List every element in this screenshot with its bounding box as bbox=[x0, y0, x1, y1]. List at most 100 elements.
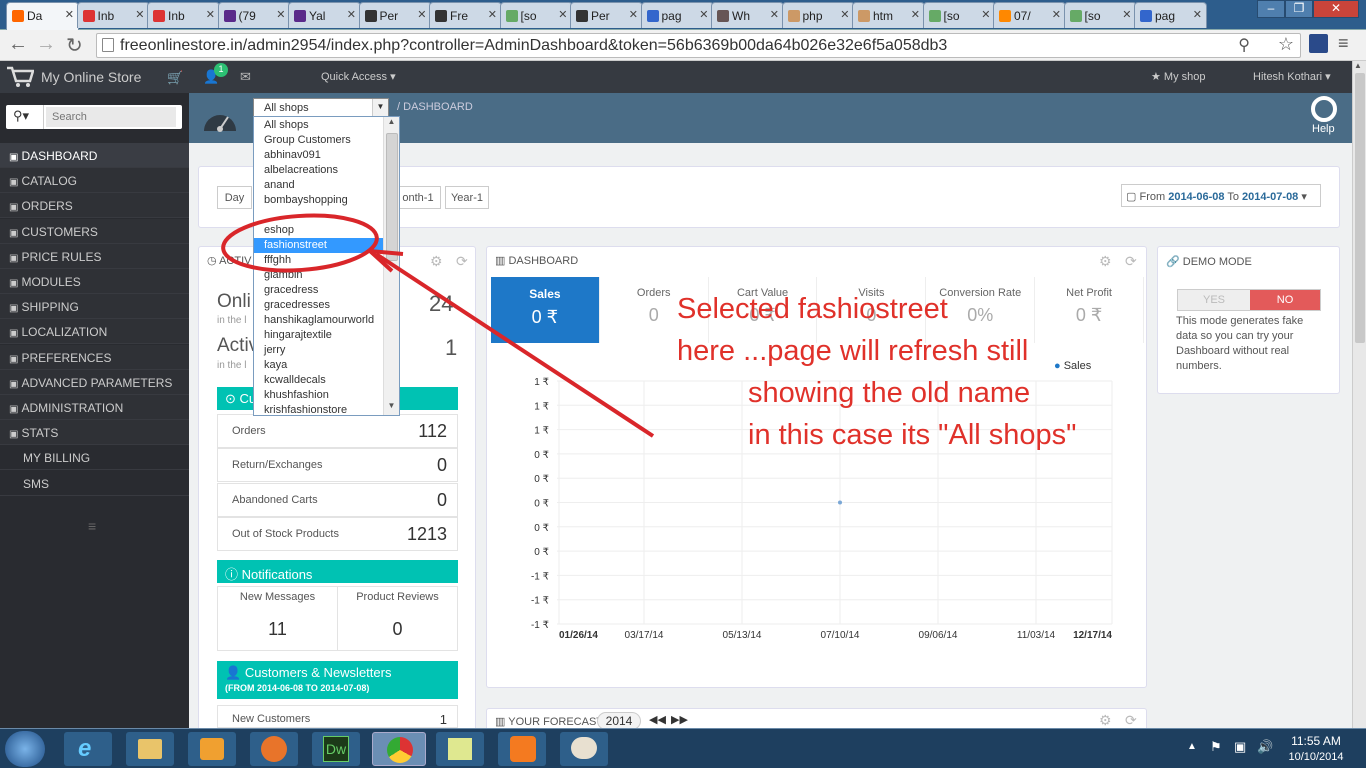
date-range-picker[interactable]: ▢ From 2014-06-08 To 2014-07-08 ▾ bbox=[1121, 184, 1321, 207]
browser-tab[interactable]: htm ✕ bbox=[852, 2, 925, 28]
tab-close-icon[interactable]: ✕ bbox=[770, 8, 779, 21]
sidebar-item-preferences[interactable]: ▣ PREFERENCES bbox=[0, 344, 189, 370]
bookmark-star-icon[interactable]: ☆ bbox=[1278, 34, 1294, 55]
internet-explorer-icon[interactable]: e bbox=[64, 732, 112, 766]
shop-option[interactable] bbox=[254, 208, 384, 223]
help-label[interactable]: Help bbox=[1312, 123, 1335, 135]
firefox-icon[interactable] bbox=[250, 732, 298, 766]
collapse-menu-icon[interactable]: ≡ bbox=[88, 518, 96, 534]
tab-close-icon[interactable]: ✕ bbox=[65, 8, 74, 21]
kpi-sales[interactable]: Sales 0 ₹ bbox=[491, 277, 600, 343]
shop-option[interactable]: bombayshopping bbox=[254, 193, 384, 208]
shop-option[interactable]: khushfashion bbox=[254, 388, 384, 403]
tab-close-icon[interactable]: ✕ bbox=[276, 8, 285, 21]
help-icon[interactable] bbox=[1311, 96, 1337, 122]
shop-option[interactable]: Group Customers bbox=[254, 133, 384, 148]
activity-row[interactable]: Orders 112 bbox=[217, 414, 458, 448]
back-icon[interactable]: ← bbox=[8, 33, 28, 56]
new-messages-box[interactable]: New Messages 11 bbox=[217, 586, 338, 651]
browser-tab[interactable]: Inb ✕ bbox=[76, 2, 150, 28]
tab-close-icon[interactable]: ✕ bbox=[911, 8, 920, 21]
activity-row[interactable]: Return/Exchanges 0 bbox=[217, 448, 458, 482]
page-scroll-thumb[interactable] bbox=[1355, 73, 1365, 343]
browser-tab[interactable]: pag ✕ bbox=[640, 2, 714, 28]
shop-option[interactable]: eshop bbox=[254, 223, 384, 238]
config-icon[interactable]: ⚙ bbox=[1099, 253, 1112, 270]
url-input[interactable]: freeonlinestore.in/admin2954/index.php?c… bbox=[96, 33, 1301, 58]
next-year-icon[interactable]: ▶▶ bbox=[671, 713, 688, 726]
sidebar-item-price-rules[interactable]: ▣ PRICE RULES bbox=[0, 243, 189, 269]
shop-option[interactable]: fffghh bbox=[254, 253, 384, 268]
action-center-flag-icon[interactable]: ⚑ bbox=[1210, 739, 1222, 755]
sidebar-item-dashboard[interactable]: ▣ DASHBOARD bbox=[0, 143, 189, 168]
extension-icon[interactable] bbox=[1309, 34, 1328, 53]
tab-close-icon[interactable]: ✕ bbox=[488, 8, 497, 21]
page-scrollbar[interactable]: ▲ bbox=[1352, 61, 1366, 728]
clock-time[interactable]: 11:55 AM bbox=[1286, 734, 1346, 748]
prev-year-icon[interactable]: ◀◀ bbox=[649, 713, 666, 726]
browser-tab[interactable]: Inb ✕ bbox=[147, 2, 220, 28]
browser-tab[interactable]: Da ✕ bbox=[6, 2, 79, 30]
tab-close-icon[interactable]: ✕ bbox=[417, 8, 426, 21]
sidebar-item-sms[interactable]: SMS bbox=[0, 470, 189, 496]
shop-option[interactable]: glambin bbox=[254, 268, 384, 283]
search-icon[interactable]: ⚲▾ bbox=[6, 105, 44, 129]
config-icon[interactable]: ⚙ bbox=[1099, 712, 1112, 729]
xampp-icon[interactable] bbox=[498, 732, 546, 766]
my-shop-link[interactable]: ★ My shop bbox=[1151, 70, 1206, 83]
demo-no-option[interactable]: NO bbox=[1250, 290, 1320, 310]
shop-option[interactable]: kaya bbox=[254, 358, 384, 373]
shop-dropdown-list[interactable]: All shops Group Customers abhinav091 albela… bbox=[253, 116, 400, 416]
browser-tab[interactable]: Per ✕ bbox=[570, 2, 643, 28]
period-month-button[interactable]: onth-1 bbox=[395, 186, 441, 209]
volume-icon[interactable]: 🔊 bbox=[1257, 739, 1273, 755]
network-icon[interactable]: ▣ bbox=[1234, 739, 1246, 755]
tab-close-icon[interactable]: ✕ bbox=[981, 8, 990, 21]
demo-yes-option[interactable]: YES bbox=[1178, 290, 1250, 310]
refresh-icon[interactable]: ⟳ bbox=[1125, 712, 1137, 729]
file-explorer-icon[interactable] bbox=[126, 732, 174, 766]
user-menu[interactable]: Hitesh Kothari ▾ bbox=[1253, 70, 1331, 83]
shop-option[interactable]: jerry bbox=[254, 343, 384, 358]
sidebar-item-shipping[interactable]: ▣ SHIPPING bbox=[0, 294, 189, 320]
close-window-button[interactable]: ✕ bbox=[1313, 0, 1359, 18]
shop-option[interactable]: albelacreations bbox=[254, 163, 384, 178]
shop-option[interactable]: All shops bbox=[254, 118, 384, 133]
browser-tab[interactable]: 07/ ✕ bbox=[993, 2, 1066, 28]
browser-tab[interactable]: pag ✕ bbox=[1134, 2, 1207, 28]
media-player-icon[interactable] bbox=[188, 732, 236, 766]
activity-row[interactable]: Out of Stock Products 1213 bbox=[217, 517, 458, 551]
sidebar-item-localization[interactable]: ▣ LOCALIZATION bbox=[0, 319, 189, 345]
browser-tab[interactable]: php ✕ bbox=[781, 2, 855, 28]
product-reviews-box[interactable]: Product Reviews 0 bbox=[337, 586, 458, 651]
shop-option[interactable]: abhinav091 bbox=[254, 148, 384, 163]
sidebar-item-stats[interactable]: ▣ STATS bbox=[0, 420, 189, 446]
browser-tab[interactable]: Wh ✕ bbox=[711, 2, 784, 28]
shop-option[interactable]: gracedress bbox=[254, 283, 384, 298]
chrome-icon[interactable] bbox=[372, 732, 426, 766]
browser-tab[interactable]: (79 ✕ bbox=[217, 2, 291, 28]
config-icon[interactable]: ⚙ bbox=[430, 253, 443, 270]
chrome-menu-icon[interactable]: ≡ bbox=[1338, 33, 1349, 54]
zoom-icon[interactable]: ⚲ bbox=[1238, 35, 1250, 55]
minimize-window-button[interactable]: – bbox=[1257, 0, 1285, 18]
browser-tab[interactable]: [so ✕ bbox=[922, 2, 996, 28]
sidebar-item-advanced-parameters[interactable]: ▣ ADVANCED PARAMETERS bbox=[0, 369, 189, 395]
start-button[interactable] bbox=[5, 731, 45, 767]
reload-icon[interactable]: ↻ bbox=[66, 33, 83, 58]
sidebar-item-orders[interactable]: ▣ ORDERS bbox=[0, 193, 189, 219]
tab-close-icon[interactable]: ✕ bbox=[1193, 8, 1202, 21]
scroll-down-icon[interactable]: ▼ bbox=[384, 401, 399, 415]
paint-icon[interactable] bbox=[560, 732, 608, 766]
tab-close-icon[interactable]: ✕ bbox=[206, 8, 215, 21]
chevron-down-icon[interactable]: ▼ bbox=[372, 99, 388, 116]
sidebar-item-catalog[interactable]: ▣ CATALOG bbox=[0, 168, 189, 194]
tab-close-icon[interactable]: ✕ bbox=[135, 8, 144, 21]
mail-icon[interactable]: ✉ bbox=[240, 69, 251, 85]
quick-access-menu[interactable]: Quick Access ▾ bbox=[321, 70, 396, 83]
dropdown-scroll-thumb[interactable] bbox=[386, 133, 398, 261]
dropdown-scrollbar[interactable]: ▲ ▼ bbox=[383, 117, 399, 415]
tab-close-icon[interactable]: ✕ bbox=[1052, 8, 1061, 21]
cart-icon[interactable]: 🛒 bbox=[167, 70, 183, 86]
period-day-button[interactable]: Day bbox=[217, 186, 252, 209]
